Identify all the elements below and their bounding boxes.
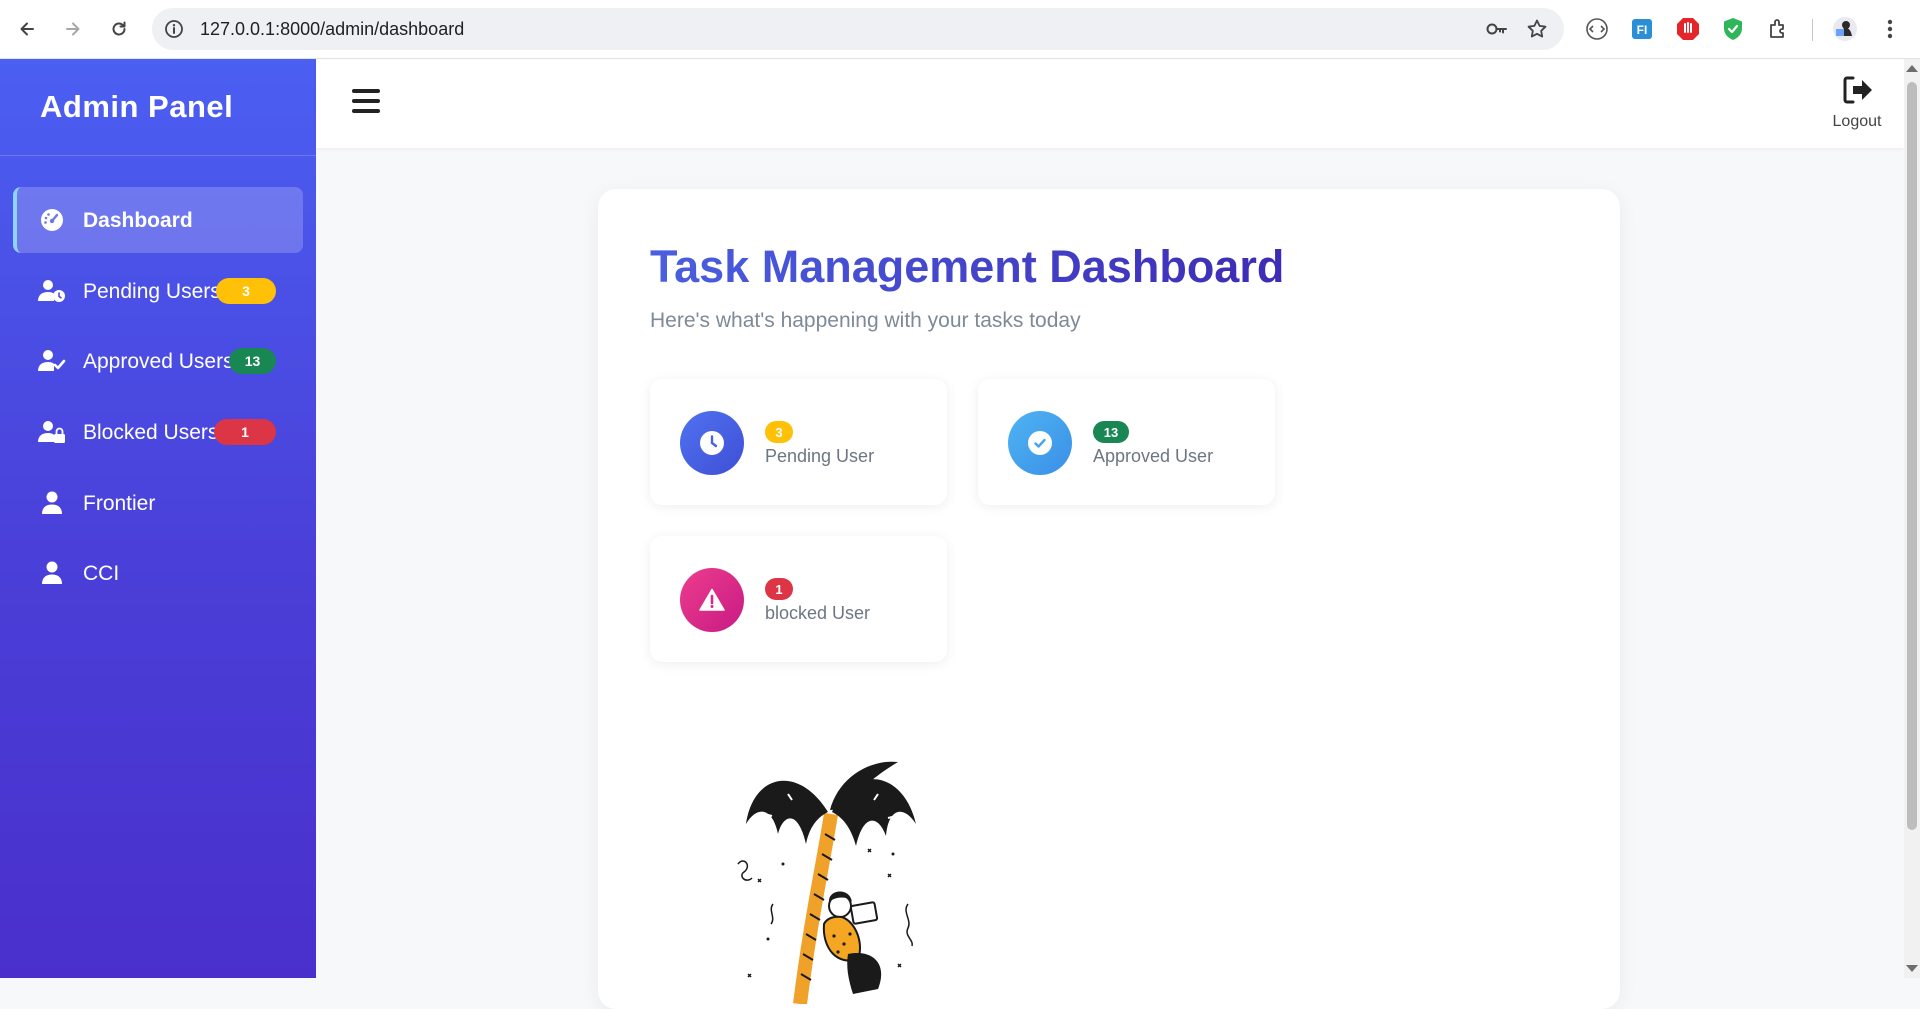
scroll-up-arrow-icon[interactable]	[1906, 65, 1918, 72]
palm-tree-illustration	[737, 761, 916, 1004]
address-bar[interactable]: 127.0.0.1:8000/admin/dashboard	[152, 8, 1564, 50]
back-arrow-icon[interactable]	[12, 14, 42, 44]
sidebar: Admin Panel Dashboard Pending Users 3 Ap…	[0, 59, 316, 978]
site-info-icon[interactable]	[164, 19, 184, 39]
sidebar-divider	[0, 155, 316, 156]
sidebar-item-label: Dashboard	[83, 209, 193, 232]
toolbar-separator	[1812, 19, 1813, 41]
profile-avatar[interactable]	[1832, 16, 1858, 42]
stat-count-badge: 13	[1093, 421, 1129, 443]
pending-count-badge: 3	[216, 278, 276, 304]
menu-toggle-icon[interactable]	[352, 89, 380, 113]
sidebar-item-label: Blocked Users	[83, 421, 219, 444]
forward-arrow-icon[interactable]	[58, 14, 88, 44]
sidebar-item-label: Frontier	[83, 492, 156, 515]
speedometer-icon	[41, 209, 63, 231]
extension-fi-icon[interactable]: FI	[1629, 16, 1655, 42]
user-icon	[42, 491, 62, 514]
stat-label: Pending User	[765, 446, 875, 466]
sidebar-item-label: CCI	[83, 562, 120, 585]
sidebar-item-frontier[interactable]: Frontier	[13, 470, 303, 536]
stat-card-blocked[interactable]: 1 blocked User	[650, 536, 947, 662]
extension-dev-icon[interactable]	[1584, 16, 1610, 42]
stat-card-pending[interactable]: 3 Pending User	[650, 379, 947, 505]
extension-shield-icon[interactable]	[1720, 16, 1746, 42]
user-check-icon	[38, 350, 66, 371]
stat-count-badge: 1	[765, 578, 793, 600]
sidebar-item-label: Pending Users	[83, 280, 221, 303]
scrollbar-thumb[interactable]	[1907, 82, 1917, 830]
sidebar-item-dashboard[interactable]: Dashboard	[13, 187, 303, 253]
stat-label: Approved User	[1093, 446, 1214, 466]
browser-toolbar: 127.0.0.1:8000/admin/dashboard FI	[0, 0, 1920, 59]
user-lock-icon	[38, 421, 65, 443]
stat-icon-circle	[680, 568, 744, 632]
user-icon	[42, 561, 62, 584]
page-subtitle: Here's what's happening with your tasks …	[650, 309, 1081, 332]
logout-label: Logout	[1832, 113, 1882, 130]
page-title: Task Management Dashboard	[650, 241, 1285, 292]
warning-triangle-icon	[699, 588, 725, 611]
stat-label: blocked User	[765, 603, 871, 623]
bookmark-star-icon[interactable]	[1526, 18, 1548, 40]
user-clock-icon	[38, 280, 65, 302]
sidebar-item-label: Approved Users	[83, 350, 234, 373]
stat-icon-circle	[1008, 411, 1072, 475]
approved-count-badge: 13	[229, 348, 276, 374]
sidebar-title: Admin Panel	[40, 89, 234, 124]
sidebar-item-cci[interactable]: CCI	[13, 540, 303, 606]
blocked-count-badge: 1	[214, 419, 276, 445]
sidebar-item-pending-users[interactable]: Pending Users 3	[13, 258, 303, 324]
extension-adblock-icon[interactable]	[1675, 16, 1701, 42]
stat-icon-circle	[680, 411, 744, 475]
clock-icon	[700, 431, 724, 455]
scroll-down-arrow-icon[interactable]	[1906, 965, 1918, 972]
stat-card-approved[interactable]: 13 Approved User	[978, 379, 1275, 505]
dashboard-card: Task Management Dashboard Here's what's …	[598, 189, 1620, 1009]
stat-count-badge: 3	[765, 421, 793, 443]
reload-icon[interactable]	[104, 14, 134, 44]
svg-text:FI: FI	[1637, 23, 1648, 37]
more-menu-icon[interactable]	[1880, 16, 1900, 42]
check-circle-icon	[1028, 431, 1052, 455]
logout-icon	[1843, 76, 1872, 104]
password-key-icon[interactable]	[1486, 19, 1508, 39]
sidebar-item-approved-users[interactable]: Approved Users 13	[13, 328, 303, 394]
extensions-puzzle-icon[interactable]	[1766, 16, 1792, 42]
sidebar-item-blocked-users[interactable]: Blocked Users 1	[13, 399, 303, 465]
url-text[interactable]: 127.0.0.1:8000/admin/dashboard	[200, 19, 464, 40]
top-navbar: Logout	[316, 59, 1904, 148]
logout-button[interactable]: Logout	[1822, 75, 1892, 135]
